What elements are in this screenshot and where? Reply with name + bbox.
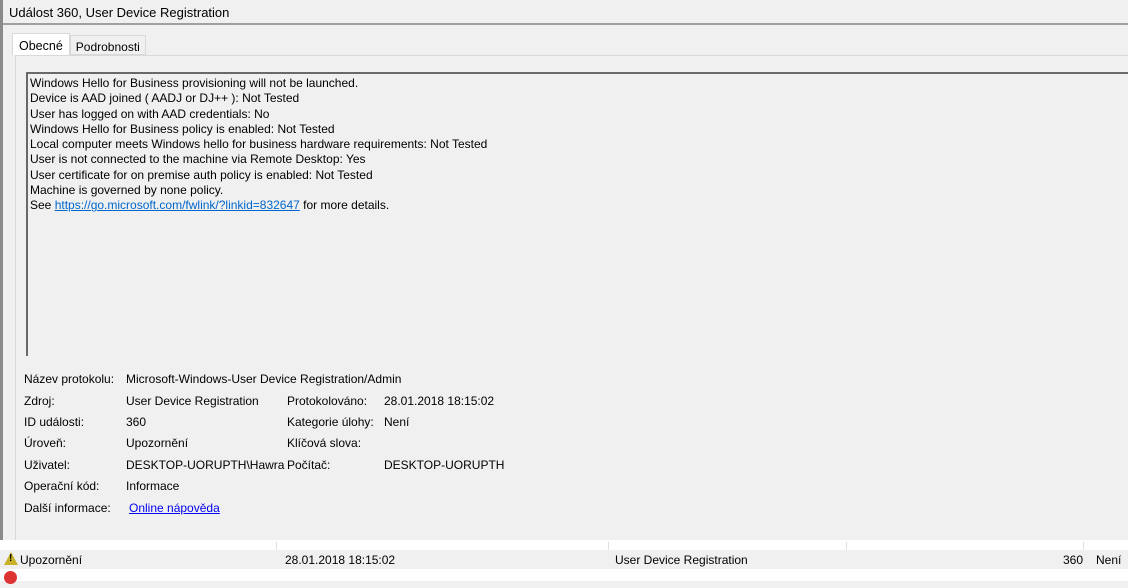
- warning-icon: [4, 552, 18, 565]
- event-id-label: ID události:: [24, 415, 85, 429]
- level-label: Úroveň:: [24, 436, 67, 450]
- description-line: Local computer meets Windows hello for b…: [30, 137, 488, 152]
- row-level: Upozornění: [20, 553, 83, 567]
- description-line: User is not connected to the machine via…: [30, 152, 366, 167]
- column-separator: [1083, 542, 1084, 550]
- see-suffix: for more details.: [299, 198, 390, 213]
- tab-details[interactable]: Podrobnosti: [69, 35, 146, 55]
- source-value: User Device Registration: [126, 394, 259, 408]
- tab-general[interactable]: Obecné: [12, 33, 70, 55]
- more-info-label: Další informace:: [24, 501, 111, 515]
- row-date: 28.01.2018 18:15:02: [285, 553, 396, 567]
- description-line: Windows Hello for Business policy is ena…: [30, 121, 335, 136]
- row-source: User Device Registration: [615, 553, 748, 567]
- column-separator: [276, 542, 277, 550]
- computer-label: Počítač:: [287, 458, 331, 472]
- row-task: Není: [1096, 553, 1122, 567]
- source-label: Zdroj:: [24, 394, 55, 408]
- error-icon: [4, 571, 17, 584]
- description-line: Device is AAD joined ( AADJ or DJ++ ): N…: [30, 91, 300, 106]
- description-line: See https://go.microsoft.com/fwlink/?lin…: [30, 198, 1126, 213]
- computer-value: DESKTOP-UORUPTH: [384, 458, 505, 472]
- tab-bar: Obecné Podrobnosti: [12, 33, 146, 55]
- event-id-value: 360: [126, 415, 147, 429]
- window-left-border: [0, 0, 3, 540]
- window-title: Událost 360, User Device Registration: [3, 0, 1128, 25]
- row-id: 360: [1062, 553, 1083, 567]
- description-line: User has logged on with AAD credentials:…: [30, 106, 270, 121]
- opcode-value: Informace: [126, 479, 180, 493]
- column-separator: [608, 542, 609, 550]
- user-label: Uživatel:: [24, 458, 71, 472]
- user-value: DESKTOP-UORUPTH\Hawra: [126, 458, 285, 472]
- logged-label: Protokolováno:: [287, 394, 368, 408]
- see-prefix: See: [30, 198, 55, 213]
- keywords-label: Klíčová slova:: [287, 436, 362, 450]
- log-name-label: Název protokolu:: [24, 372, 115, 386]
- level-value: Upozornění: [126, 436, 189, 450]
- column-separator: [846, 542, 847, 550]
- event-description[interactable]: Windows Hello for Business provisioning …: [26, 72, 1128, 356]
- task-label: Kategorie úlohy:: [287, 415, 374, 429]
- event-row[interactable]: Upozornění 28.01.2018 18:15:02 User Devi…: [0, 550, 1128, 569]
- event-row-partial[interactable]: [0, 569, 1128, 588]
- online-help-link[interactable]: Online nápověda: [129, 501, 220, 517]
- description-line: Machine is governed by none policy.: [30, 183, 224, 198]
- fwlink-link[interactable]: https://go.microsoft.com/fwlink/?linkid=…: [55, 198, 300, 212]
- description-line: User certificate for on premise auth pol…: [30, 167, 373, 182]
- logged-value: 28.01.2018 18:15:02: [384, 394, 495, 408]
- task-value: Není: [384, 415, 410, 429]
- opcode-label: Operační kód:: [24, 479, 100, 493]
- event-list[interactable]: Upozornění 28.01.2018 18:15:02 User Devi…: [0, 540, 1128, 584]
- description-line: Windows Hello for Business provisioning …: [30, 76, 359, 90]
- log-name-value: Microsoft-Windows-User Device Registrati…: [126, 372, 402, 386]
